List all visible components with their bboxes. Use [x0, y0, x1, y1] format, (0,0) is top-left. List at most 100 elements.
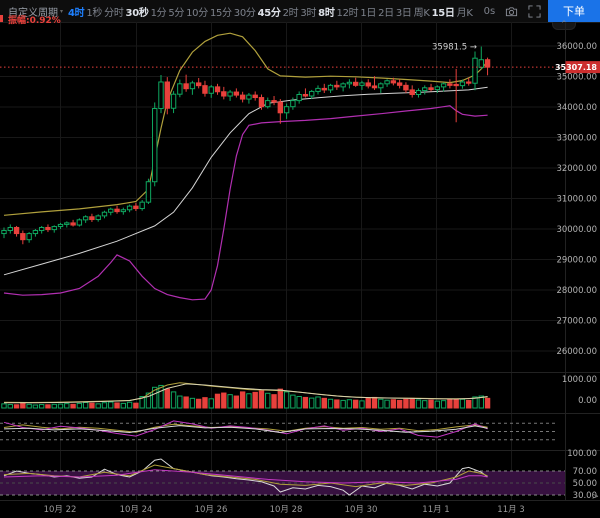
y-axis-label: 26000.00: [556, 347, 597, 357]
volume-bar: [403, 398, 409, 409]
candle-body: [70, 222, 76, 226]
volume-bar: [327, 398, 334, 409]
volume-bar: [396, 399, 403, 409]
candle-body: [265, 100, 271, 108]
timeframe-1日[interactable]: 1日: [359, 8, 377, 19]
timeframe-30秒[interactable]: 30秒: [125, 8, 150, 19]
candle-body: [296, 93, 302, 102]
y-axis-label: 34000.00: [556, 103, 597, 113]
volume-bar: [214, 393, 221, 409]
timeframe-1秒[interactable]: 1秒: [85, 8, 103, 19]
x-axis-date-label: 10月 26: [195, 505, 228, 515]
indicator-line: [3, 425, 488, 434]
candle-body: [302, 93, 309, 97]
candle-body: [20, 233, 26, 241]
candle-body: [82, 216, 89, 221]
volume-bar: [51, 403, 57, 409]
timeframe-2日[interactable]: 2日: [377, 8, 395, 19]
candle-body: [227, 91, 233, 97]
timeframe-分时[interactable]: 分时: [103, 8, 124, 19]
volume-bar: [13, 404, 20, 409]
candle-body: [208, 86, 214, 94]
order-button[interactable]: 下单: [548, 0, 600, 22]
timeframe-周K[interactable]: 周K: [413, 8, 431, 19]
timeframe-5分[interactable]: 5分: [167, 8, 185, 19]
price-chart-canvas[interactable]: 35307.18 35981.5 → 36000.00 35000.00 34000.0…: [0, 22, 600, 518]
candle-body: [478, 59, 484, 68]
candle-body: [396, 82, 403, 86]
timeframe-12时[interactable]: 12时: [336, 8, 360, 19]
trading-chart-app: 自定义周期 ▾ 4时 1秒 分时 30秒 1分 5分 10分 15分 30分 45分 2时 3时 8时 1…: [0, 0, 600, 518]
timeframe-月K[interactable]: 月K: [456, 8, 474, 19]
candle-body: [352, 81, 359, 86]
fullscreen-icon[interactable]: [528, 4, 541, 18]
timeframe-3时[interactable]: 3时: [299, 8, 317, 19]
timeframe-45分[interactable]: 45分: [257, 8, 282, 19]
volume-bar: [195, 398, 202, 409]
candle-body: [133, 205, 139, 210]
timeframe-1分[interactable]: 1分: [150, 8, 168, 19]
timeframe-30分[interactable]: 30分: [233, 8, 257, 19]
candle-body: [309, 90, 315, 97]
y-axis-label: 27000.00: [556, 317, 597, 327]
volume-bar: [158, 384, 164, 409]
high-price-annotation: 35981.5 →: [432, 43, 477, 53]
timeframe-15日[interactable]: 15日: [431, 8, 456, 19]
chart-toolbar: 自定义周期 ▾ 4时 1秒 分时 30秒 1分 5分 10分 15分 30分 45分 2时 3时 8时 1…: [0, 0, 600, 23]
candle-body: [120, 209, 127, 213]
candle-body: [145, 181, 152, 203]
candle-body: [195, 82, 202, 87]
candle-body: [447, 83, 453, 86]
candle-body: [409, 89, 415, 95]
pane-expand-arrow[interactable]: >: [591, 492, 599, 502]
candle-body: [170, 93, 177, 109]
x-axis-date-label: 10月 24: [120, 505, 153, 515]
volume-bar: [296, 396, 302, 409]
candle-body: [126, 205, 133, 211]
timeframe-4时[interactable]: 4时: [67, 8, 85, 19]
camera-icon[interactable]: [505, 5, 518, 18]
candle-body: [164, 81, 170, 109]
amplitude-label: 振幅:0.92%: [8, 16, 61, 26]
volume-bar: [271, 394, 277, 409]
volume-bar: [422, 400, 428, 409]
candle-body: [239, 94, 246, 100]
y-axis-label: 28000.00: [556, 286, 597, 296]
volume-bar: [459, 398, 466, 409]
timeframe-10分[interactable]: 10分: [185, 8, 209, 19]
timeframe-8时[interactable]: 8时: [317, 8, 335, 19]
candle-body: [139, 201, 145, 210]
candle-countdown: 0s: [483, 5, 496, 17]
candle-body: [459, 81, 466, 87]
volume-bar: [265, 392, 271, 409]
candle-body: [32, 230, 39, 235]
y-axis-label: 32000.00: [556, 164, 597, 174]
volume-bar: [321, 397, 327, 409]
volume-bar: [70, 403, 76, 409]
volume-bar: [246, 393, 252, 409]
timeframe-15分[interactable]: 15分: [209, 8, 233, 19]
candle-body: [7, 226, 13, 232]
candle-body: [45, 226, 51, 231]
volume-bar: [434, 400, 441, 409]
volume-bar: [352, 399, 359, 409]
volume-bar: [334, 399, 340, 409]
timeframe-3日[interactable]: 3日: [395, 8, 413, 19]
rsi-axis-label: 70.00: [573, 467, 597, 477]
x-axis-date-label: 10月 22: [44, 505, 77, 515]
volume-bar: [108, 401, 114, 409]
candle-body: [252, 94, 258, 99]
candle-body: [26, 233, 32, 241]
candle-body: [271, 100, 277, 103]
candle-body: [327, 84, 334, 91]
x-axis-date-label: 11月 1: [422, 505, 449, 515]
volume-bar: [1, 403, 7, 409]
volume-bar: [101, 402, 108, 409]
candle-body: [484, 59, 491, 68]
volume-bar: [38, 404, 45, 409]
candle-body: [365, 82, 371, 87]
indicator-line: [3, 382, 488, 404]
volume-bar: [428, 399, 434, 409]
timeframe-2时[interactable]: 2时: [282, 8, 300, 19]
volume-bar: [302, 396, 309, 409]
